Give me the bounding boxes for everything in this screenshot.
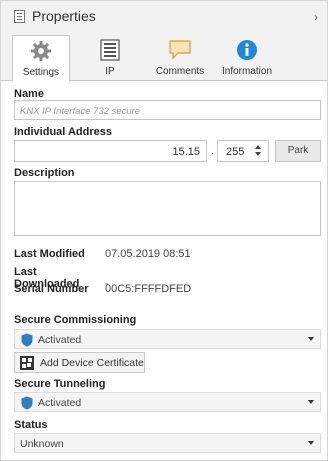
tab-information-label: Information: [221, 66, 273, 77]
name-label: Name: [14, 88, 44, 100]
name-placeholder: KNX IP Interface 732 secure: [20, 106, 141, 117]
collapse-chevron-icon[interactable]: ›: [314, 10, 318, 24]
address-prefix-field[interactable]: 15.15: [14, 140, 207, 162]
tab-settings-label: Settings: [22, 67, 60, 78]
tab-comments-label: Comments: [155, 66, 205, 77]
tab-ip[interactable]: IP: [81, 35, 139, 81]
qr-code-icon: [20, 356, 34, 370]
secure-commissioning-value: Activated: [38, 334, 82, 346]
secure-tunneling-dropdown[interactable]: Activated: [14, 392, 321, 412]
serial-number-label: Serial Number: [14, 283, 89, 295]
tab-ip-label: IP: [105, 66, 115, 77]
device-address-value: 255: [226, 146, 245, 158]
last-modified-value: 07.05.2019 08:51: [105, 248, 191, 260]
chevron-down-icon: [308, 400, 314, 404]
tab-settings[interactable]: Settings: [12, 35, 70, 82]
serial-number-row: Serial Number 00C5:FFFFDFED: [14, 283, 191, 295]
status-value: Unknown: [20, 438, 64, 450]
address-separator: .: [211, 145, 215, 157]
secure-tunneling-value: Activated: [38, 397, 82, 409]
last-modified-label: Last Modified: [14, 248, 85, 260]
tab-comments[interactable]: Comments: [151, 35, 209, 81]
address-prefix-value: 15.15: [172, 146, 200, 158]
tab-information[interactable]: Information: [213, 35, 281, 81]
gear-icon: [31, 41, 51, 61]
secure-commissioning-label: Secure Commissioning: [14, 314, 137, 326]
status-dropdown[interactable]: Unknown: [14, 433, 321, 453]
tab-strip: Settings IP Comments Information: [1, 31, 327, 82]
individual-address-label: Individual Address: [14, 126, 113, 138]
properties-icon: [14, 10, 25, 23]
description-label: Description: [14, 167, 75, 179]
properties-panel: Properties › Settings IP Comments Inform…: [0, 0, 328, 461]
status-label: Status: [14, 419, 48, 431]
ip-list-icon: [100, 39, 120, 61]
name-field[interactable]: KNX IP Interface 732 secure: [14, 100, 321, 120]
secure-tunneling-label: Secure Tunneling: [14, 378, 106, 390]
park-button[interactable]: Park: [275, 140, 321, 162]
add-device-certificate-button[interactable]: Add Device Certificate: [14, 352, 145, 373]
stepper-arrows-icon[interactable]: [255, 143, 263, 159]
description-textarea[interactable]: [14, 181, 321, 236]
chevron-down-icon: [308, 441, 314, 445]
panel-title: Properties: [32, 8, 96, 24]
secure-commissioning-dropdown[interactable]: Activated: [14, 329, 321, 349]
last-modified-row: Last Modified 07.05.2019 08:51: [14, 248, 191, 260]
info-icon: [237, 40, 257, 60]
serial-number-value: 00C5:FFFFDFED: [105, 283, 192, 295]
comment-icon: [169, 40, 191, 60]
device-address-stepper[interactable]: 255: [217, 140, 269, 162]
add-device-certificate-label: Add Device Certificate: [40, 357, 144, 369]
chevron-down-icon: [308, 337, 314, 341]
panel-titlebar: Properties ›: [1, 1, 327, 31]
shield-icon: [21, 396, 33, 410]
shield-icon: [21, 333, 33, 347]
